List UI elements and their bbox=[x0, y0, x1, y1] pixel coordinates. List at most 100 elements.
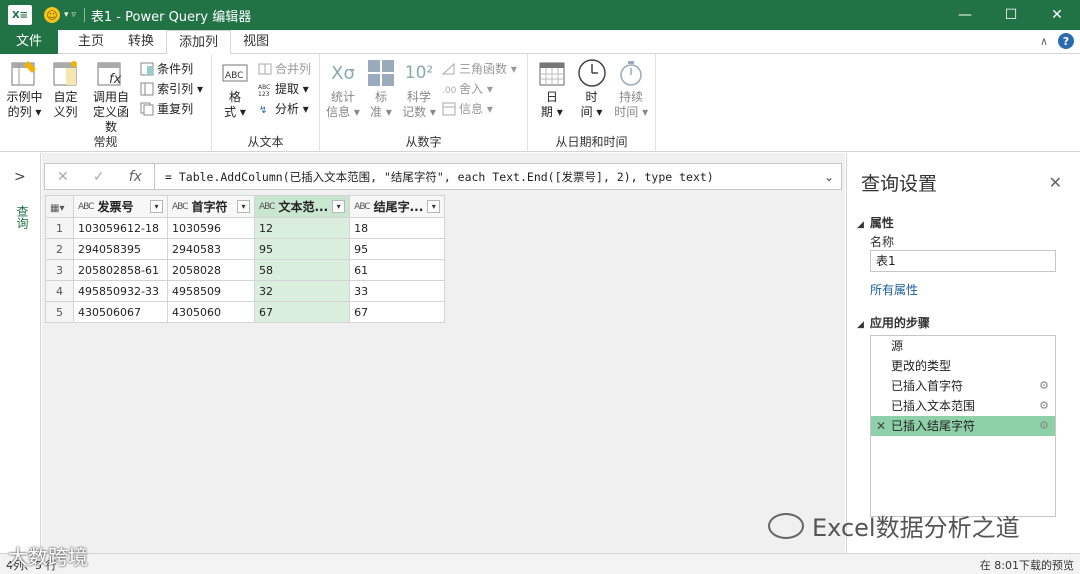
extract-button[interactable]: ABC 123 提取 ▾ bbox=[258, 80, 311, 97]
table-row: 2 294058395 2940583 95 95 bbox=[45, 238, 446, 260]
column-header-text-range[interactable]: ABC 文本范... ▾ bbox=[253, 195, 351, 218]
table-cell[interactable]: 32 bbox=[253, 280, 351, 302]
row-number[interactable]: 3 bbox=[45, 259, 74, 281]
applied-steps-list: 源 更改的类型 已插入首字符 ⚙ 已插入文本范围 ⚙ ✕ 已插入结尾字符 ⚙ bbox=[870, 335, 1056, 517]
maximize-button[interactable]: ☐ bbox=[988, 0, 1034, 30]
filter-dropdown-icon[interactable]: ▾ bbox=[427, 200, 441, 213]
filter-dropdown-icon[interactable]: ▾ bbox=[237, 200, 250, 213]
applied-steps-section-header[interactable]: ◢ 应用的步骤 bbox=[857, 314, 930, 331]
applied-step[interactable]: 更改的类型 bbox=[871, 356, 1055, 376]
standard-label2: 准 ▾ bbox=[370, 105, 392, 119]
merge-columns-label: 合并列 bbox=[274, 62, 311, 76]
duplicate-column-button[interactable]: 重复列 bbox=[140, 100, 203, 117]
custom-column-icon bbox=[50, 58, 80, 88]
type-icon-text[interactable]: ABC bbox=[172, 202, 189, 212]
column-header-last-chars[interactable]: ABC 结尾字... ▾ bbox=[349, 195, 446, 218]
table-menu-corner[interactable]: ▦▾ bbox=[45, 195, 74, 218]
formula-input[interactable]: = Table.AddColumn(已插入文本范围, "结尾字符", each … bbox=[155, 169, 817, 185]
svg-text:123: 123 bbox=[258, 91, 270, 96]
table-cell[interactable]: 103059612-18 bbox=[73, 217, 168, 239]
table-cell[interactable]: 95 bbox=[253, 238, 351, 260]
filter-dropdown-icon[interactable]: ▾ bbox=[332, 200, 346, 213]
parse-button[interactable]: ↯ 分析 ▾ bbox=[258, 100, 311, 117]
smiley-feedback-icon[interactable]: ☺ bbox=[44, 7, 60, 23]
merge-columns-icon bbox=[258, 63, 272, 74]
help-icon[interactable]: ? bbox=[1058, 33, 1074, 49]
row-number[interactable]: 2 bbox=[45, 238, 74, 260]
table-cell[interactable]: 1030596 bbox=[167, 217, 255, 239]
column-name: 文本范... bbox=[278, 200, 329, 214]
table-cell[interactable]: 95 bbox=[349, 238, 446, 260]
applied-step[interactable]: 已插入首字符 ⚙ bbox=[871, 376, 1055, 396]
confirm-formula-icon[interactable]: ✓ bbox=[93, 169, 105, 185]
trigonometry-button[interactable]: 三角函数 ▾ bbox=[442, 60, 517, 77]
invoke-function-label: 调用自 bbox=[93, 90, 130, 104]
filter-dropdown-icon[interactable]: ▾ bbox=[150, 200, 163, 213]
table-cell[interactable]: 67 bbox=[349, 301, 446, 323]
step-settings-gear-icon[interactable]: ⚙ bbox=[1039, 416, 1049, 436]
table-cell[interactable]: 12 bbox=[253, 217, 351, 239]
table-cell[interactable]: 18 bbox=[349, 217, 446, 239]
step-label: 已插入首字符 bbox=[891, 379, 964, 393]
applied-step-active[interactable]: ✕ 已插入结尾字符 ⚙ bbox=[871, 416, 1055, 436]
column-header-first-chars[interactable]: ABC 首字符 ▾ bbox=[167, 195, 255, 218]
rounding-button[interactable]: .00 舍入 ▾ bbox=[442, 80, 517, 97]
row-number[interactable]: 1 bbox=[45, 217, 74, 239]
duration-label2: 时间 ▾ bbox=[614, 105, 649, 119]
table-cell[interactable]: 67 bbox=[253, 301, 351, 323]
data-preview-area: ✕ ✓ fx = Table.AddColumn(已插入文本范围, "结尾字符"… bbox=[42, 153, 845, 553]
table-cell[interactable]: 61 bbox=[349, 259, 446, 281]
table-cell[interactable]: 33 bbox=[349, 280, 446, 302]
expand-formula-chevron-icon[interactable]: ⌄ bbox=[817, 170, 841, 184]
row-number[interactable]: 4 bbox=[45, 280, 74, 302]
type-icon-text[interactable]: ABC bbox=[354, 202, 371, 212]
tab-view[interactable]: 视图 bbox=[231, 30, 281, 54]
table-cell[interactable]: 58 bbox=[253, 259, 351, 281]
duplicate-column-label: 重复列 bbox=[157, 102, 194, 116]
close-pane-icon[interactable]: ✕ bbox=[1049, 173, 1062, 192]
expand-queries-chevron-icon[interactable]: > bbox=[14, 169, 26, 185]
table-cell[interactable]: 430506067 bbox=[73, 301, 168, 323]
quick-access-dropdown-icon[interactable]: ▾ ▿ bbox=[64, 10, 76, 20]
applied-step[interactable]: 源 bbox=[871, 336, 1055, 356]
cancel-formula-icon[interactable]: ✕ bbox=[57, 169, 69, 185]
table-cell[interactable]: 4305060 bbox=[167, 301, 255, 323]
table-cell[interactable]: 495850932-33 bbox=[73, 280, 168, 302]
table-cell[interactable]: 2058028 bbox=[167, 259, 255, 281]
applied-step[interactable]: 已插入文本范围 ⚙ bbox=[871, 396, 1055, 416]
conditional-column-button[interactable]: 条件列 bbox=[140, 60, 203, 77]
table-cell[interactable]: 2940583 bbox=[167, 238, 255, 260]
query-name-input[interactable]: 表1 bbox=[870, 250, 1056, 272]
tab-file[interactable]: 文件 bbox=[0, 30, 59, 54]
table-cell[interactable]: 4958509 bbox=[167, 280, 255, 302]
tab-transform[interactable]: 转换 bbox=[116, 30, 166, 54]
table-cell[interactable]: 205802858-61 bbox=[73, 259, 168, 281]
type-icon-text[interactable]: ABC bbox=[78, 202, 95, 212]
close-window-button[interactable]: ✕ bbox=[1034, 0, 1080, 30]
function-fx-icon[interactable]: fx bbox=[129, 169, 142, 185]
delete-step-icon[interactable]: ✕ bbox=[876, 416, 886, 436]
clock-icon bbox=[577, 58, 607, 88]
step-settings-gear-icon[interactable]: ⚙ bbox=[1039, 396, 1049, 416]
minimize-button[interactable]: — bbox=[942, 0, 988, 30]
step-settings-gear-icon[interactable]: ⚙ bbox=[1039, 376, 1049, 396]
queries-pane-label[interactable]: 查询 bbox=[14, 205, 31, 229]
index-column-button[interactable]: 索引列 ▾ bbox=[140, 80, 203, 97]
window-controls: — ☐ ✕ bbox=[942, 0, 1080, 30]
information-button[interactable]: 信息 ▾ bbox=[442, 100, 517, 117]
table-cell[interactable]: 294058395 bbox=[73, 238, 168, 260]
all-properties-link[interactable]: 所有属性 bbox=[870, 281, 918, 298]
properties-section-header[interactable]: ◢ 属性 bbox=[857, 214, 894, 231]
tab-home[interactable]: 主页 bbox=[66, 30, 116, 54]
format-label: 格 bbox=[228, 90, 241, 104]
duration-label: 持续 bbox=[619, 90, 644, 104]
type-icon-text[interactable]: ABC bbox=[259, 202, 276, 212]
column-from-examples-icon bbox=[9, 58, 39, 88]
column-header-invoice[interactable]: ABC 发票号 ▾ bbox=[73, 195, 168, 218]
table-row: 5 430506067 4305060 67 67 bbox=[45, 301, 446, 323]
tab-add-column[interactable]: 添加列 bbox=[166, 30, 232, 55]
merge-columns-button[interactable]: 合并列 bbox=[258, 60, 311, 77]
row-number[interactable]: 5 bbox=[45, 301, 74, 323]
status-right: 在 8:01下载的预览 bbox=[979, 559, 1074, 572]
collapse-ribbon-icon[interactable]: ∧ bbox=[1040, 35, 1048, 48]
